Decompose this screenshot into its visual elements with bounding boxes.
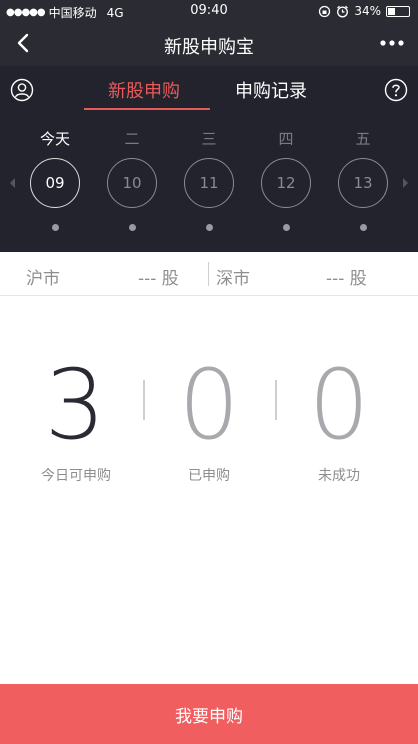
weekday-label: 二 bbox=[124, 130, 140, 148]
next-week-arrow-icon[interactable] bbox=[400, 177, 410, 189]
sh-market-value: --- 股 bbox=[138, 269, 179, 289]
weekday-label: 今天 bbox=[39, 130, 70, 148]
date-item[interactable]: 09 bbox=[30, 158, 80, 208]
ipo-indicator-dot bbox=[283, 224, 290, 231]
tab-subscribe-records[interactable]: 申购记录 bbox=[235, 77, 307, 103]
available-count: 3 bbox=[44, 349, 106, 461]
page-title: 新股申购宝 bbox=[164, 37, 254, 58]
tab-ipo-subscribe[interactable]: 新股申购 bbox=[108, 77, 180, 103]
more-icon[interactable] bbox=[378, 33, 406, 53]
subscribed-label: 已申购 bbox=[188, 468, 230, 484]
stat-divider bbox=[275, 380, 277, 420]
available-label: 今日可申购 bbox=[41, 468, 111, 484]
apply-subscribe-button[interactable]: 我要申购 bbox=[0, 684, 418, 744]
sz-market-value: --- 股 bbox=[326, 269, 367, 289]
battery-level bbox=[388, 7, 395, 15]
date-item[interactable]: 11 bbox=[184, 158, 234, 208]
alarm-icon bbox=[337, 5, 349, 17]
failed-label: 未成功 bbox=[318, 468, 360, 484]
status-bar: ●●●●● 中国移动 4G 09:40 34% bbox=[0, 0, 418, 22]
market-summary-bar: 沪市 --- 股 深市 --- 股 bbox=[0, 252, 418, 296]
weekday-label: 五 bbox=[355, 130, 371, 148]
help-icon[interactable] bbox=[384, 78, 408, 102]
ipo-indicator-dot bbox=[206, 224, 213, 231]
nav-bar: 新股申购宝 bbox=[0, 22, 418, 66]
ipo-indicator-dot bbox=[52, 224, 59, 231]
failed-count: 0 bbox=[308, 349, 370, 461]
user-icon[interactable] bbox=[10, 78, 34, 102]
subscribed-count: 0 bbox=[178, 349, 240, 461]
sz-market-label: 深市 bbox=[216, 269, 250, 289]
stat-divider bbox=[143, 380, 145, 420]
date-item[interactable]: 10 bbox=[107, 158, 157, 208]
prev-week-arrow-icon[interactable] bbox=[8, 177, 18, 189]
market-divider bbox=[208, 262, 209, 286]
weekday-label: 三 bbox=[201, 130, 217, 148]
date-item[interactable]: 13 bbox=[338, 158, 388, 208]
weekday-label: 四 bbox=[278, 130, 294, 148]
battery-percent: 34% bbox=[354, 4, 381, 18]
date-item[interactable]: 12 bbox=[261, 158, 311, 208]
battery-icon bbox=[386, 5, 410, 17]
sh-market-label: 沪市 bbox=[26, 269, 60, 289]
active-tab-indicator bbox=[84, 108, 210, 110]
ipo-indicator-dot bbox=[129, 224, 136, 231]
status-right: 34% bbox=[318, 4, 410, 18]
ipo-indicator-dot bbox=[360, 224, 367, 231]
orientation-lock-icon bbox=[319, 5, 331, 17]
